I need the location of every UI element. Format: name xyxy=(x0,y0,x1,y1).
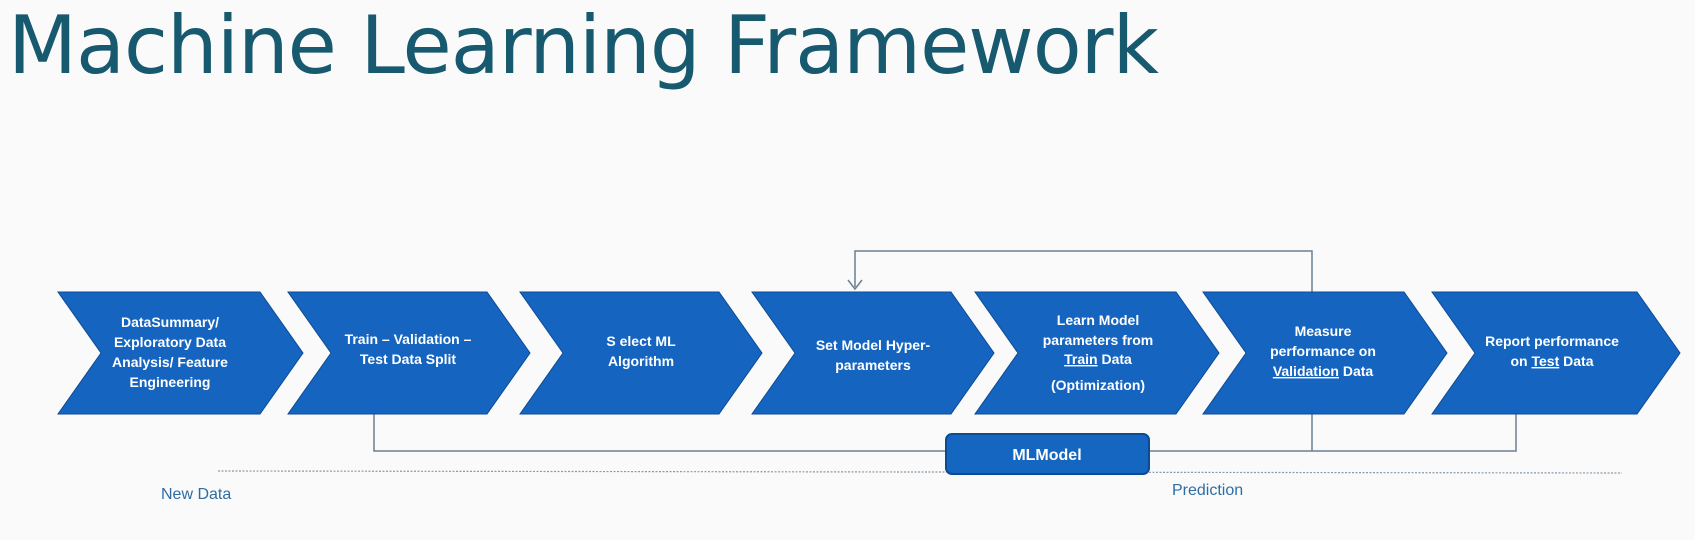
chevron-step-6-line-2: performance on xyxy=(1270,343,1376,359)
chevron-step-1-line-4: Engineering xyxy=(130,374,211,390)
ml-model-label: MLModel xyxy=(1012,447,1081,464)
slide: Machine Learning Framework DataSummary/E… xyxy=(0,0,1695,540)
chevron-step-3-line-1: S elect ML xyxy=(606,333,676,349)
chevron-step-1-line-2: Exploratory Data xyxy=(114,334,226,350)
chevron-step-6-line-1: Measure xyxy=(1295,323,1352,339)
process-chevrons: DataSummary/Exploratory Data Analysis/ Fe… xyxy=(57,291,1681,415)
chevron-step-5-line-4: (Optimization) xyxy=(1051,377,1145,393)
chevron-step-3-line-2: Algorithm xyxy=(608,353,674,369)
chevron-step-1-line-1: DataSummary/ xyxy=(121,314,219,330)
feedback-loop xyxy=(847,250,1313,292)
connector-split-to-model xyxy=(373,412,946,452)
feedback-connector xyxy=(854,250,1313,292)
ml-framework-diagram: DataSummary/Exploratory Data Analysis/ Fe… xyxy=(57,250,1681,503)
connector-model-to-report xyxy=(1149,412,1517,452)
chevron-step-4-line-2: parameters xyxy=(835,357,911,373)
ml-model-box: MLModel xyxy=(945,433,1150,475)
chevron-step-5-line-1: Learn Model xyxy=(1057,312,1139,328)
chevron-step-7-line-2: on Test Data xyxy=(1511,353,1594,369)
chevron-step-1 xyxy=(57,291,304,415)
chevron-step-5-line-2: parameters from xyxy=(1043,332,1154,348)
chevron-step-2-line-2: Test Data Split xyxy=(360,351,457,367)
chevron-step-7-line-1: Report performance xyxy=(1485,333,1619,349)
chevron-step-5-line-3: Train Data xyxy=(1064,351,1132,367)
new-data-label: New Data xyxy=(161,486,231,503)
chevron-step-2-line-1: Train – Validation – xyxy=(345,331,472,347)
chevron-step-4-line-1: Set Model Hyper- xyxy=(816,337,931,353)
chevron-step-6-line-3: Validation Data xyxy=(1273,363,1374,379)
new-data-baseline xyxy=(217,470,1623,474)
prediction-label: Prediction xyxy=(1172,482,1243,499)
chevron-step-4 xyxy=(751,291,995,415)
chevron-step-1-line-3: Analysis/ Feature xyxy=(112,354,228,370)
